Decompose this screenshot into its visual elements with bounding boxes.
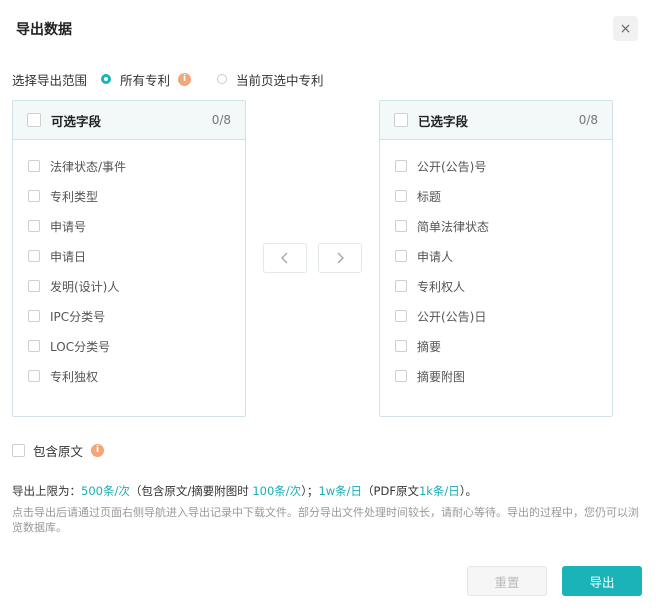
checkbox[interactable] [395,280,407,292]
close-button[interactable]: × [613,16,638,41]
available-fields-count: 0/8 [211,113,231,127]
move-left-button[interactable] [263,243,307,273]
available-fields-panel: 可选字段 0/8 法律状态/事件 专利类型 申请号 申请日 发明(设计)人 IP… [12,100,246,417]
export-notice: 点击导出后请通过页面右侧导航进入导出记录中下载文件。部分导出文件处理时间较长，请… [12,506,639,534]
field-label: 公开(公告)号 [417,159,487,174]
checkbox[interactable] [28,250,40,262]
list-item[interactable]: 申请人 [380,241,612,271]
checkbox[interactable] [395,340,407,352]
field-label: 简单法律状态 [417,219,490,234]
checkbox[interactable] [395,310,407,322]
select-all-selected-checkbox[interactable] [394,113,408,127]
radio-current-page[interactable]: 当前页选中专利 [217,70,324,89]
field-label: LOC分类号 [50,339,111,354]
field-label: 法律状态/事件 [50,159,127,174]
field-label: 申请日 [50,249,87,264]
list-item[interactable]: 申请号 [13,211,245,241]
list-item[interactable]: 简单法律状态 [380,211,612,241]
limit-suffix: ）。 [459,484,478,498]
available-fields-header: 可选字段 0/8 [13,101,245,140]
list-item[interactable]: 专利权人 [380,271,612,301]
info-icon[interactable]: i [178,72,192,86]
limit-mid1: （包含原文/摘要附图时 [129,484,253,498]
checkbox[interactable] [28,220,40,232]
limit-prefix: 导出上限为： [12,484,81,498]
list-item[interactable]: 摘要 [380,331,612,361]
limit-pdf-per-day: 1k条/日 [418,484,460,498]
list-item[interactable]: 标题 [380,181,612,211]
select-all-available-checkbox[interactable] [27,113,41,127]
field-label: IPC分类号 [50,309,106,324]
field-label: 发明(设计)人 [50,279,120,294]
checkbox[interactable] [28,280,40,292]
list-item[interactable]: 申请日 [13,241,245,271]
selected-fields-list: 公开(公告)号 标题 简单法律状态 申请人 专利权人 公开(公告)日 摘要 摘要… [380,151,612,391]
field-label: 专利类型 [50,189,99,204]
checkbox[interactable] [395,250,407,262]
close-icon: × [619,20,632,37]
field-label: 标题 [417,189,442,204]
field-label: 公开(公告)日 [417,309,487,324]
checkbox[interactable] [28,340,40,352]
field-label: 专利独权 [50,369,99,384]
export-scope-label: 选择导出范围 [12,72,88,88]
field-label: 专利权人 [417,279,466,294]
radio-dot[interactable] [217,74,228,84]
chevron-right-icon [337,252,344,264]
checkbox[interactable] [395,190,407,202]
checkbox[interactable] [28,310,40,322]
list-item[interactable]: 专利独权 [13,361,245,391]
limit-mid2: ）； [301,484,319,498]
checkbox[interactable] [395,220,407,232]
checkbox[interactable] [28,190,40,202]
list-item[interactable]: 公开(公告)日 [380,301,612,331]
reset-button[interactable]: 重置 [467,566,547,596]
include-original-label: 包含原文 [33,444,84,459]
include-original-checkbox[interactable] [12,444,25,457]
selected-fields-title: 已选字段 [418,113,469,129]
export-button[interactable]: 导出 [562,566,642,596]
list-item[interactable]: 发明(设计)人 [13,271,245,301]
limit-per-time: 500条/次 [81,484,130,498]
checkbox[interactable] [395,160,407,172]
radio-all-patents-label: 所有专利 [120,72,171,88]
selected-fields-panel: 已选字段 0/8 公开(公告)号 标题 简单法律状态 申请人 专利权人 公开(公… [379,100,613,417]
list-item[interactable]: IPC分类号 [13,301,245,331]
checkbox[interactable] [395,370,407,382]
limit-per-time-original: 100条/次 [252,484,302,498]
checkbox[interactable] [28,160,40,172]
selected-fields-header: 已选字段 0/8 [380,101,612,140]
limit-per-day: 1w条/日 [318,484,363,498]
list-item[interactable]: 法律状态/事件 [13,151,245,181]
list-item[interactable]: LOC分类号 [13,331,245,361]
move-right-button[interactable] [318,243,362,273]
export-limit-text: 导出上限为：500条/次（包含原文/摘要附图时 100条/次）；1w条/日（PD… [12,483,477,499]
available-fields-list: 法律状态/事件 专利类型 申请号 申请日 发明(设计)人 IPC分类号 LOC分… [13,151,245,391]
limit-mid3: （PDF原文 [362,484,419,498]
list-item[interactable]: 公开(公告)号 [380,151,612,181]
include-original-row: 包含原文 i [12,441,105,460]
field-label: 申请人 [417,249,454,264]
radio-all-patents[interactable]: 所有专利 i [101,70,192,89]
info-icon[interactable]: i [91,444,105,457]
field-label: 申请号 [50,219,87,234]
field-label: 摘要附图 [417,369,466,384]
list-item[interactable]: 摘要附图 [380,361,612,391]
selected-fields-count: 0/8 [578,113,598,127]
available-fields-title: 可选字段 [51,113,102,129]
chevron-left-icon [281,252,288,264]
dialog-title: 导出数据 [16,22,72,38]
field-label: 摘要 [417,339,442,354]
checkbox[interactable] [28,370,40,382]
export-scope-row: 选择导出范围 所有专利 i 当前页选中专利 [12,70,324,88]
radio-current-page-label: 当前页选中专利 [236,72,324,88]
list-item[interactable]: 专利类型 [13,181,245,211]
radio-dot-checked[interactable] [101,74,112,84]
